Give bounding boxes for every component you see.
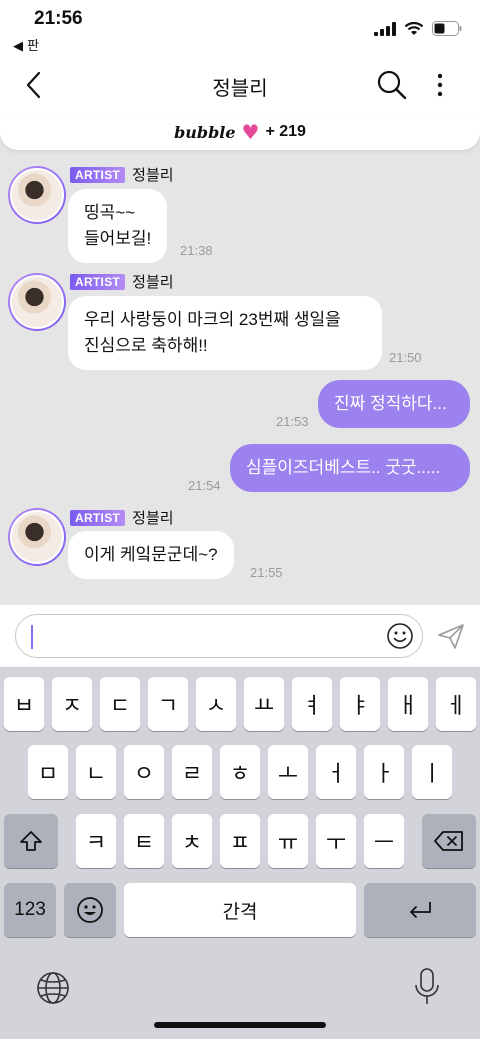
page-title: 정블리 bbox=[212, 78, 268, 100]
search-icon[interactable] bbox=[376, 69, 408, 101]
key[interactable]: ㅛ bbox=[244, 677, 284, 731]
artist-badge: ARTIST bbox=[70, 509, 126, 526]
key[interactable]: ㅂ bbox=[4, 677, 44, 731]
key[interactable]: ㅣ bbox=[412, 745, 452, 799]
message-bubble[interactable]: 이게 케잌문군데~? bbox=[68, 531, 234, 579]
key[interactable]: ㅗ bbox=[268, 745, 308, 799]
message-line: 들어보길! bbox=[84, 229, 152, 248]
chat-area[interactable]: ARTIST 정블리 띵곡~~ 들어보길! 21:38 ARTIST 정블리 우… bbox=[0, 150, 480, 605]
key[interactable]: ㅓ bbox=[316, 745, 356, 799]
sender-row: ARTIST 정블리 bbox=[70, 271, 174, 292]
keyboard: ㅂ ㅈ ㄷ ㄱ ㅅ ㅛ ㅕ ㅑ ㅐ ㅔ ㅁ ㄴ ㅇ ㄹ ㅎ ㅗ ㅓ ㅏ ㅣ ㅋ … bbox=[0, 667, 480, 1039]
my-message-bubble[interactable]: 진짜 정직하다... bbox=[318, 380, 470, 428]
message-time: 21:38 bbox=[180, 243, 213, 258]
wifi-icon bbox=[404, 21, 424, 35]
key[interactable]: ㄱ bbox=[148, 677, 188, 731]
key[interactable]: ㅇ bbox=[124, 745, 164, 799]
space-key[interactable]: 간격 bbox=[124, 883, 356, 937]
message-line: 띵곡~~ bbox=[84, 203, 136, 222]
smiley-icon[interactable] bbox=[386, 622, 414, 650]
key[interactable]: ㅊ bbox=[172, 814, 212, 868]
message-line: 이게 케잌문군데~? bbox=[84, 545, 218, 564]
message-input-bar bbox=[0, 605, 480, 667]
sender-name: 정블리 bbox=[132, 510, 174, 527]
message-line: 우리 사랑둥이 마크의 23번째 생일을 bbox=[84, 310, 341, 329]
emoji-key[interactable] bbox=[64, 883, 116, 937]
key[interactable]: ㅡ bbox=[364, 814, 404, 868]
key[interactable]: ㄷ bbox=[100, 677, 140, 731]
avatar[interactable] bbox=[8, 166, 66, 224]
message-time: 21:53 bbox=[276, 414, 309, 429]
backspace-key[interactable] bbox=[422, 814, 476, 868]
key[interactable]: ㅐ bbox=[388, 677, 428, 731]
message-input[interactable] bbox=[15, 614, 423, 658]
key[interactable]: ㅑ bbox=[340, 677, 380, 731]
avatar[interactable] bbox=[8, 273, 66, 331]
artist-badge: ARTIST bbox=[70, 166, 126, 183]
shift-key[interactable] bbox=[4, 814, 58, 868]
key[interactable]: ㅋ bbox=[76, 814, 116, 868]
message-time: 21:55 bbox=[250, 565, 283, 580]
more-vertical-icon[interactable] bbox=[428, 69, 452, 101]
key[interactable]: ㅎ bbox=[220, 745, 260, 799]
numbers-key[interactable]: 123 bbox=[4, 883, 56, 937]
message-bubble[interactable]: 띵곡~~ 들어보길! bbox=[68, 189, 168, 263]
key[interactable]: ㅌ bbox=[124, 814, 164, 868]
return-key[interactable] bbox=[364, 883, 476, 937]
artist-badge: ARTIST bbox=[70, 273, 126, 290]
navbar: 정블리 bbox=[0, 58, 480, 114]
subscriber-banner[interactable]: bubble ♥ + 219 bbox=[0, 114, 480, 150]
back-to-app-link[interactable]: ◀ 판 bbox=[13, 35, 39, 54]
return-icon bbox=[410, 902, 431, 918]
my-message-bubble[interactable]: 심플이즈더베스트.. 굿굿..... bbox=[230, 444, 470, 492]
globe-icon[interactable] bbox=[36, 971, 70, 1005]
message-time: 21:50 bbox=[389, 350, 422, 365]
sender-name: 정블리 bbox=[132, 167, 174, 184]
home-indicator[interactable] bbox=[154, 1022, 326, 1028]
bubble-logo: bubble bbox=[174, 122, 236, 142]
key[interactable]: ㅏ bbox=[364, 745, 404, 799]
key[interactable]: ㅁ bbox=[28, 745, 68, 799]
subscriber-count: + 219 bbox=[265, 123, 306, 140]
status-time: 21:56 bbox=[34, 8, 83, 29]
key[interactable]: ㅈ bbox=[52, 677, 92, 731]
shift-icon bbox=[20, 831, 42, 851]
sender-name: 정블리 bbox=[132, 274, 174, 291]
battery-icon bbox=[432, 21, 462, 36]
key[interactable]: ㅔ bbox=[436, 677, 476, 731]
text-caret bbox=[31, 625, 33, 649]
heart-icon: ♥ bbox=[241, 120, 260, 144]
key[interactable]: ㅍ bbox=[220, 814, 260, 868]
key[interactable]: ㅜ bbox=[316, 814, 356, 868]
sender-row: ARTIST 정블리 bbox=[70, 507, 174, 528]
microphone-icon[interactable] bbox=[412, 967, 442, 1007]
avatar[interactable] bbox=[8, 508, 66, 566]
key[interactable]: ㅅ bbox=[196, 677, 236, 731]
key[interactable]: ㄹ bbox=[172, 745, 212, 799]
key[interactable]: ㅠ bbox=[268, 814, 308, 868]
send-icon[interactable] bbox=[436, 621, 466, 651]
sender-row: ARTIST 정블리 bbox=[70, 164, 174, 185]
backspace-icon bbox=[434, 831, 463, 851]
status-bar: 21:56 ◀ 판 bbox=[0, 0, 480, 58]
message-bubble[interactable]: 우리 사랑둥이 마크의 23번째 생일을 진심으로 축하해!! bbox=[68, 296, 382, 370]
emoji-icon bbox=[77, 897, 103, 923]
message-line: 진심으로 축하해!! bbox=[84, 336, 208, 355]
key[interactable]: ㅕ bbox=[292, 677, 332, 731]
key[interactable]: ㄴ bbox=[76, 745, 116, 799]
status-icons bbox=[374, 21, 462, 36]
signal-icon bbox=[374, 21, 396, 36]
message-time: 21:54 bbox=[188, 478, 221, 493]
